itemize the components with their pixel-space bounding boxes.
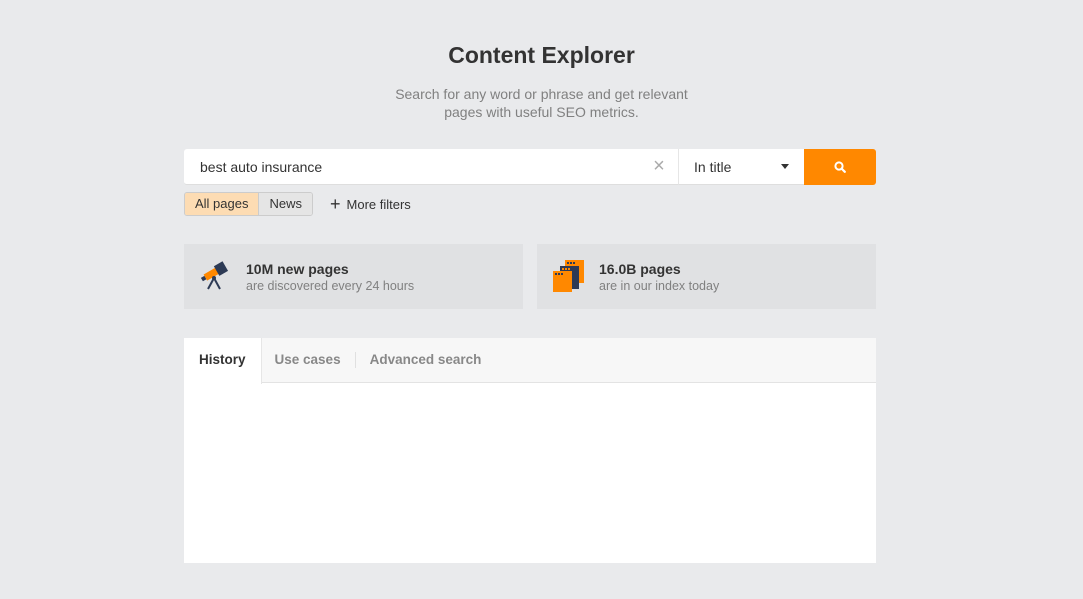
subtitle-line-2: pages with useful SEO metrics. bbox=[444, 104, 639, 120]
stat-title: 16.0B pages bbox=[599, 261, 681, 277]
telescope-icon bbox=[200, 261, 229, 290]
filters-row: All pages News + More filters bbox=[184, 192, 411, 216]
stat-card-index-size: 16.0B pages are in our index today bbox=[537, 244, 876, 309]
plus-icon: + bbox=[330, 194, 341, 214]
tab-history[interactable]: History bbox=[184, 338, 262, 384]
more-filters-button[interactable]: + More filters bbox=[330, 195, 411, 213]
page-subtitle: Search for any word or phrase and get re… bbox=[0, 85, 1083, 121]
subtitle-line-1: Search for any word or phrase and get re… bbox=[395, 86, 688, 102]
page-title: Content Explorer bbox=[448, 42, 635, 68]
search-button[interactable] bbox=[804, 149, 876, 185]
search-input-wrapper: × bbox=[184, 149, 678, 185]
filter-all-pages[interactable]: All pages bbox=[185, 193, 260, 215]
search-input[interactable] bbox=[200, 149, 640, 184]
stat-subtitle: are in our index today bbox=[599, 279, 720, 293]
stat-subtitle: are discovered every 24 hours bbox=[246, 279, 415, 293]
page-type-toggle: All pages News bbox=[184, 192, 313, 216]
tab-use-cases[interactable]: Use cases bbox=[262, 338, 355, 383]
stat-card-new-pages: 10M new pages are discovered every 24 ho… bbox=[184, 244, 523, 309]
pages-stack-icon bbox=[553, 260, 584, 292]
search-mode-select[interactable]: In title bbox=[678, 149, 804, 185]
stat-title: 10M new pages bbox=[246, 261, 349, 277]
panel-tabs: History Use cases Advanced search bbox=[184, 338, 876, 384]
search-mode-label: In title bbox=[694, 159, 732, 175]
caret-down-icon bbox=[781, 164, 789, 169]
history-panel: History Use cases Advanced search bbox=[184, 338, 876, 563]
search-bar: × In title bbox=[184, 149, 876, 185]
tab-advanced-search[interactable]: Advanced search bbox=[356, 338, 496, 383]
search-icon bbox=[834, 161, 846, 173]
more-filters-label: More filters bbox=[346, 196, 411, 212]
filter-news[interactable]: News bbox=[259, 193, 312, 215]
close-icon[interactable]: × bbox=[650, 156, 668, 176]
